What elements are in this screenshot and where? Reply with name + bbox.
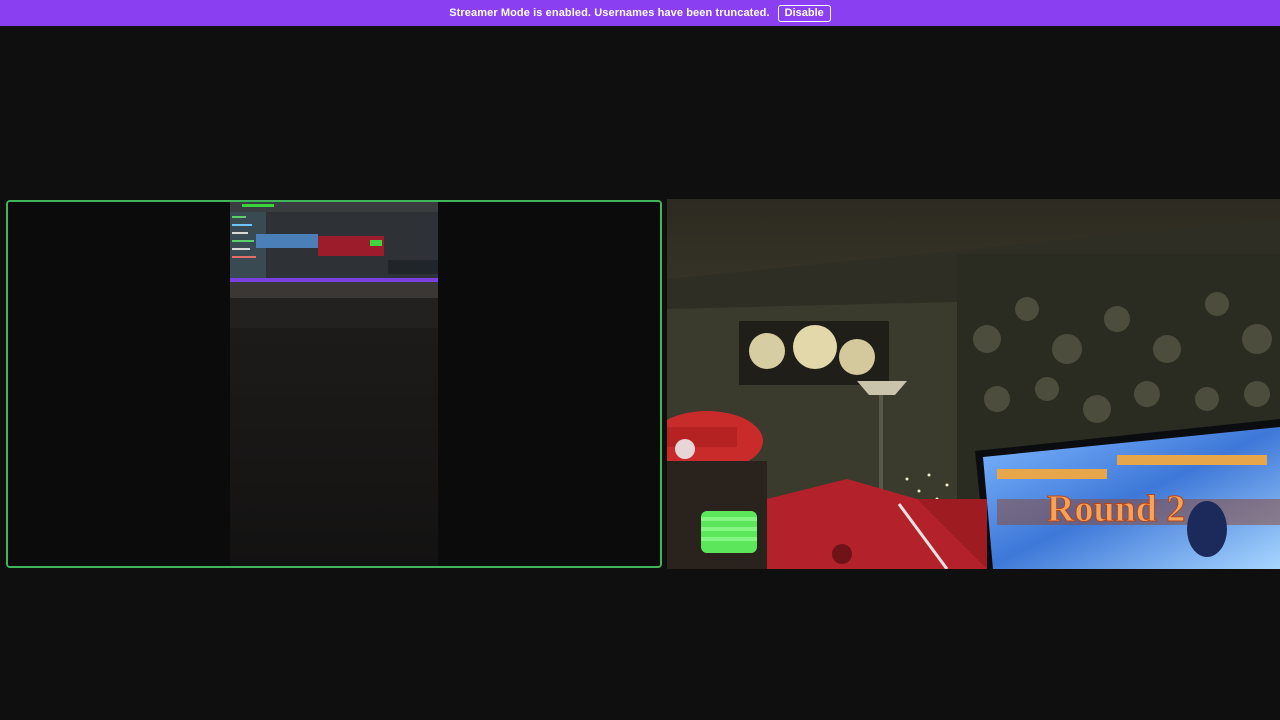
video-tile-right[interactable]: Round 2 bbox=[667, 199, 1280, 569]
tv-round-text: Round 2 bbox=[1047, 488, 1185, 530]
disable-streamer-mode-button[interactable]: Disable bbox=[777, 4, 831, 22]
streamer-mode-message: Streamer Mode is enabled. Usernames have… bbox=[449, 7, 770, 19]
voice-call-window: Streamer Mode is enabled. Usernames have… bbox=[0, 0, 1280, 720]
webcam-video-frame: Round 2 bbox=[667, 199, 1280, 569]
video-tile-left[interactable] bbox=[6, 200, 662, 568]
streamer-mode-notice-bar: Streamer Mode is enabled. Usernames have… bbox=[0, 0, 1280, 26]
phone-camera-video-frame bbox=[8, 202, 660, 566]
